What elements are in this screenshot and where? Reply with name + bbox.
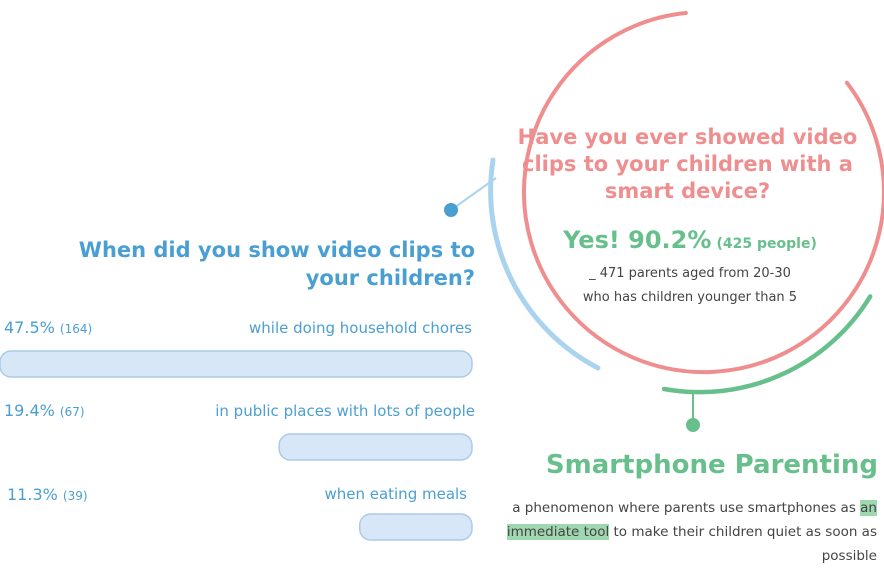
sample-description: _ 471 parents aged from 20-30 who has ch… bbox=[545, 262, 835, 310]
definition-part-1: a phenomenon where parents use smartphon… bbox=[512, 500, 856, 516]
value-count-3: (39) bbox=[62, 489, 88, 503]
yes-result: Yes! 90.2% (425 people) bbox=[540, 226, 840, 254]
value-count-1: (164) bbox=[59, 322, 93, 336]
value-label-3: 11.3% (39) bbox=[7, 485, 88, 504]
category-label-2: in public places with lots of people bbox=[215, 402, 475, 420]
value-label-1: 47.5% (164) bbox=[4, 318, 92, 337]
bar-group bbox=[0, 350, 473, 541]
bar-1 bbox=[0, 350, 473, 378]
definition-part-2: to make their children quiet as soon as … bbox=[613, 524, 877, 564]
value-percent-1: 47.5% bbox=[4, 318, 55, 337]
sample-line-2: who has children younger than 5 bbox=[582, 290, 798, 305]
bar-2 bbox=[278, 433, 473, 461]
definition-text: a phenomenon where parents use smartphon… bbox=[500, 496, 877, 568]
value-percent-3: 11.3% bbox=[7, 485, 58, 504]
green-connector-dot bbox=[686, 418, 700, 432]
chart-title: When did you show video clips to your ch… bbox=[78, 238, 475, 290]
bar-3 bbox=[358, 513, 473, 541]
value-count-2: (67) bbox=[59, 405, 85, 419]
definition-title: Smartphone Parenting bbox=[545, 450, 878, 480]
value-label-2: 19.4% (67) bbox=[4, 401, 85, 420]
category-label-3: when eating meals bbox=[324, 485, 467, 503]
yes-count: (425 people) bbox=[716, 236, 817, 252]
category-label-1: while doing household chores bbox=[249, 319, 472, 337]
survey-question: Have you ever showed video clips to your… bbox=[517, 125, 858, 203]
blue-connector-dot bbox=[444, 203, 458, 217]
value-percent-2: 19.4% bbox=[4, 401, 55, 420]
sample-line-1: _ 471 parents aged from 20-30 bbox=[589, 266, 791, 281]
yes-percentage: Yes! 90.2% bbox=[563, 226, 712, 254]
